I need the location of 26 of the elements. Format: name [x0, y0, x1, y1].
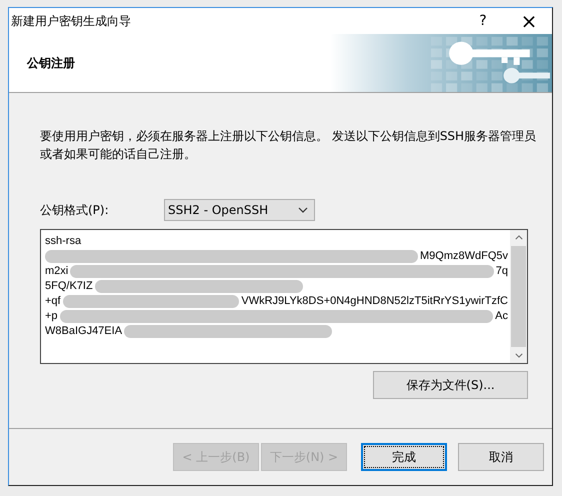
instruction-text: 要使用用户密钥，必须在服务器上注册以下公钥信息。 发送以下公钥信息到SSH服务器管理员或者如果可能的话自己注册。 — [40, 128, 538, 163]
key-text: 7q — [496, 264, 508, 279]
page-heading: 公钥注册 — [26, 54, 76, 72]
save-to-file-button[interactable]: 保存为文件(S)... — [373, 371, 528, 399]
window-title: 新建用户密钥生成向导 — [11, 12, 132, 30]
public-key-textarea[interactable]: ssh-rsa M9Qmz8WdFQ5v m2xi 7q 5FQ/K7IZ +qf VWkRJ9LYk8DS+0N4gHND8N52lzT5itRrYS1ywirTzfC +p Ac W8BaIGJ47EIA — [40, 229, 528, 364]
key-text: 5FQ/K7IZ — [45, 279, 93, 294]
key-text: +qf — [45, 294, 61, 309]
chevron-icon — [298, 207, 308, 213]
scroll-down-icon[interactable] — [514, 353, 522, 358]
wizard-button[interactable]: 取消 — [458, 443, 544, 471]
key-text: m2xi — [45, 264, 68, 279]
key-text: M9Qmz8WdFQ5v — [420, 249, 508, 264]
help-button[interactable]: ? — [460, 8, 506, 34]
scrollbar[interactable] — [510, 230, 527, 363]
scroll-up-icon[interactable] — [514, 235, 522, 240]
key-text: W8BaIGJ47EIA — [45, 324, 122, 339]
close-button[interactable]: × — [506, 8, 552, 34]
key-text: ssh-rsa — [45, 234, 82, 249]
format-dropdown[interactable]: SSH2 - OpenSSH — [164, 199, 315, 221]
wizard-button[interactable]: 完成 — [361, 443, 447, 471]
format-label: 公钥格式(P): — [40, 202, 110, 218]
scroll-thumb[interactable] — [511, 246, 526, 347]
key-text: VWkRJ9LYk8DS+0N4gHND8N52lzT5itRrYS1ywirTzfC — [241, 294, 508, 309]
key-text: +p — [45, 309, 58, 324]
key-text: Ac — [495, 309, 508, 324]
